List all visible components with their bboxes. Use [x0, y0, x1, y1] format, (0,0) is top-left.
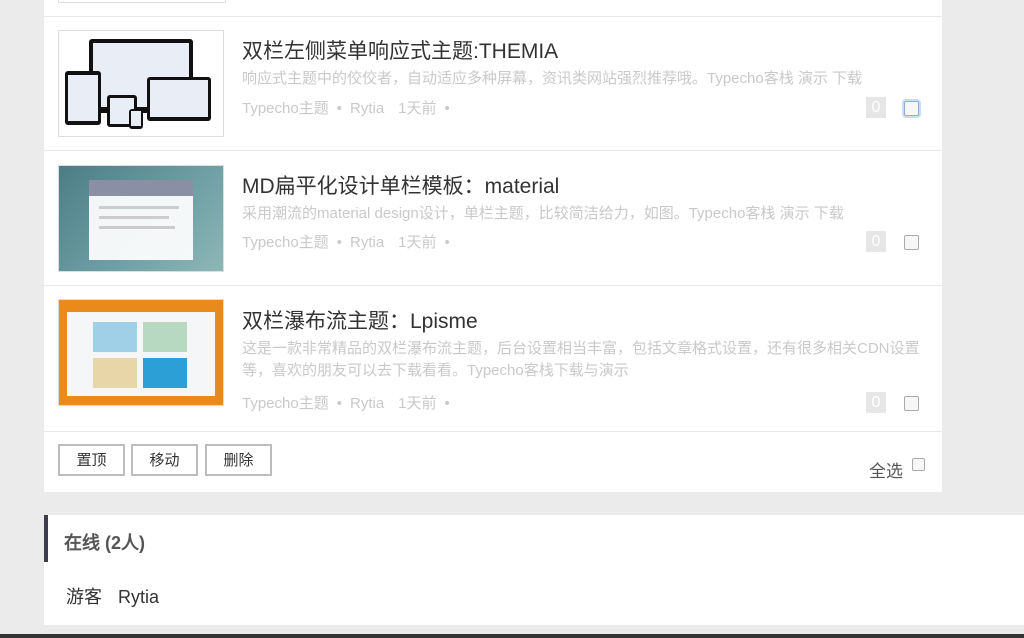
section-accent-bar — [44, 515, 48, 562]
select-all-checkbox[interactable] — [912, 458, 925, 471]
post-list-panel: 双栏左侧菜单响应式主题:THEMIA 响应式主题中的佼佼者，自动适应多种屏幕，资… — [44, 0, 942, 492]
post-thumbnail[interactable] — [58, 165, 224, 272]
post-category[interactable]: Typecho主题 — [242, 395, 329, 412]
row-divider — [44, 431, 942, 432]
post-category[interactable]: Typecho主题 — [242, 234, 329, 251]
previous-thumb-edge — [58, 0, 226, 3]
select-checkbox[interactable] — [904, 235, 919, 250]
post-author[interactable]: Rytia — [350, 100, 384, 117]
post-time: 1天前 — [398, 395, 437, 412]
post-thumbnail[interactable] — [58, 299, 224, 406]
post-author[interactable]: Rytia — [350, 395, 384, 412]
online-user[interactable]: Rytia — [118, 587, 159, 607]
online-users-panel: 在线 (2人) 游客 Rytia — [44, 515, 1024, 625]
post-thumbnail[interactable] — [58, 30, 224, 137]
post-description: 采用潮流的material design设计，单栏主题，比较简洁给力，如图。Ty… — [242, 205, 844, 222]
post-description: 这是一款非常精品的双栏瀑布流主题，后台设置相当丰富，包括文章格式设置，还有很多相… — [242, 340, 920, 379]
move-button[interactable]: 移动 — [131, 444, 198, 476]
select-checkbox[interactable] — [904, 396, 919, 411]
post-title[interactable]: 双栏瀑布流主题：Lpisme — [242, 305, 478, 335]
bottom-border — [0, 634, 1024, 638]
row-divider — [44, 285, 942, 286]
post-description: 响应式主题中的佼佼者，自动适应多种屏幕，资讯类网站强烈推荐哦。Typecho客栈… — [242, 70, 863, 87]
comment-count-badge[interactable]: 0 — [866, 231, 886, 252]
comment-count-badge[interactable]: 0 — [866, 392, 886, 413]
post-meta: Typecho主题 • Rytia 1天前 • — [242, 100, 450, 117]
post-time: 1天前 — [398, 100, 437, 117]
online-user[interactable]: 游客 — [66, 587, 102, 607]
post-meta: Typecho主题 • Rytia 1天前 • — [242, 234, 450, 251]
post-meta: Typecho主题 • Rytia 1天前 • — [242, 395, 450, 412]
post-author[interactable]: Rytia — [350, 234, 384, 251]
screenshot-image — [67, 312, 215, 396]
post-time: 1天前 — [398, 234, 437, 251]
online-user-list: 游客 Rytia — [66, 583, 175, 609]
post-category[interactable]: Typecho主题 — [242, 100, 329, 117]
pin-button[interactable]: 置顶 — [58, 444, 125, 476]
row-divider — [44, 16, 942, 17]
select-checkbox[interactable] — [904, 101, 919, 116]
post-title[interactable]: MD扁平化设计单栏模板：material — [242, 170, 559, 200]
post-title[interactable]: 双栏左侧菜单响应式主题:THEMIA — [242, 35, 558, 65]
delete-button[interactable]: 删除 — [205, 444, 272, 476]
online-title: 在线 (2人) — [64, 533, 145, 553]
row-divider — [44, 150, 942, 151]
select-all-label[interactable]: 全选 — [869, 457, 903, 482]
comment-count-badge[interactable]: 0 — [866, 97, 886, 118]
